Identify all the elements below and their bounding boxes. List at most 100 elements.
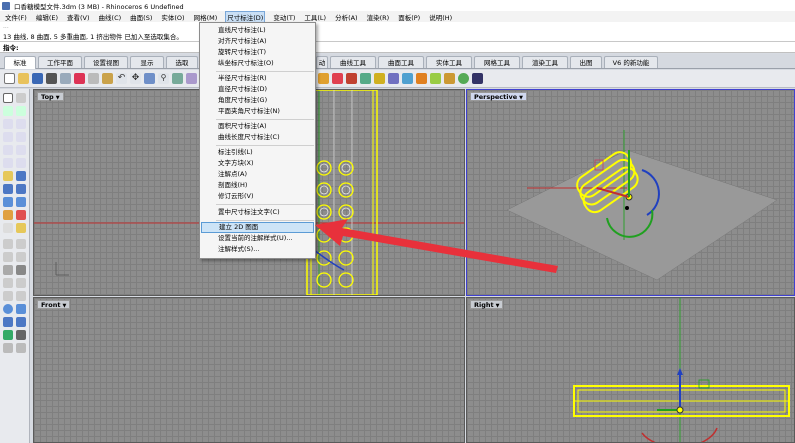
split-icon[interactable] [3, 252, 13, 262]
tab-standard[interactable]: 标准 [4, 56, 36, 69]
tab-curve-tools[interactable]: 曲线工具 [330, 56, 376, 68]
menu-view[interactable]: 查看(V) [66, 12, 91, 22]
analyze-icon[interactable] [3, 304, 13, 314]
options-icon[interactable] [402, 73, 413, 84]
tab-set-view[interactable]: 设置视图 [84, 56, 128, 68]
menu-mesh[interactable]: 网格(M) [193, 12, 219, 22]
tab-display[interactable]: 显示 [130, 56, 164, 68]
menu-set-current-annotation-style[interactable]: 设置当前的注解样式(U)... [201, 233, 314, 244]
save-icon[interactable] [32, 73, 43, 84]
mesh-icon[interactable] [3, 210, 13, 220]
menu-tools[interactable]: 工具(L) [303, 12, 327, 22]
menu-dimension[interactable]: 尺寸标注(D) [225, 10, 266, 23]
arc-icon[interactable] [16, 119, 26, 129]
menu-aligned-dimension[interactable]: 对齐尺寸标注(A) [201, 36, 314, 47]
tab-surface-tools[interactable]: 曲面工具 [378, 56, 424, 68]
tab-render-tools[interactable]: 渲染工具 [522, 56, 568, 68]
tab-solid-tools[interactable]: 实体工具 [426, 56, 472, 68]
menu-curve-length-dimension[interactable]: 曲线长度尺寸标注(C) [201, 132, 314, 143]
light-icon[interactable] [374, 73, 385, 84]
grid-snap-icon[interactable] [16, 304, 26, 314]
menu-center-dimension-text[interactable]: 置中尺寸标注文字(C) [201, 207, 314, 218]
import-icon[interactable] [60, 73, 71, 84]
boolean-icon[interactable] [16, 197, 26, 207]
print-icon[interactable] [46, 73, 57, 84]
polyline-icon[interactable] [3, 106, 13, 116]
menu-transform[interactable]: 变动(T) [272, 12, 296, 22]
menu-rotated-dimension[interactable]: 旋转尺寸标注(T) [201, 47, 314, 58]
render-icon[interactable] [346, 73, 357, 84]
zoom-window-icon[interactable] [172, 73, 183, 84]
curve-icon[interactable] [16, 106, 26, 116]
help-icon[interactable] [472, 73, 483, 84]
array-icon[interactable] [3, 317, 13, 327]
viewport-top-label[interactable]: Top ▼ [37, 92, 64, 101]
mesh-tools-icon[interactable] [16, 210, 26, 220]
menu-surface[interactable]: 曲面(S) [129, 12, 153, 22]
copy-tool-icon[interactable] [16, 278, 26, 288]
check-icon[interactable] [3, 330, 13, 340]
menu-plane-angle-dimension[interactable]: 平面夹角尺寸标注(N) [201, 106, 314, 117]
rectangle-icon[interactable] [3, 145, 13, 155]
menu-make-2d-drawing[interactable]: 建立 2D 图面 [201, 222, 314, 233]
pan-icon[interactable]: ✥ [130, 73, 141, 84]
menu-linear-dimension[interactable]: 直线尺寸标注(L) [201, 25, 314, 36]
ellipse-icon[interactable] [3, 132, 13, 142]
select-icon[interactable] [3, 93, 13, 103]
undo-icon[interactable]: ↶ [116, 73, 127, 84]
command-line[interactable]: 指令: [0, 42, 795, 53]
tab-select[interactable]: 选取 [166, 56, 198, 68]
viewport-perspective[interactable]: Perspective ▼ [466, 89, 795, 296]
material-icon[interactable] [360, 73, 371, 84]
menu-area-dimension[interactable]: 面积尺寸标注(A) [201, 121, 314, 132]
menu-file[interactable]: 文件(F) [4, 12, 28, 22]
viewport-right[interactable]: Right ▼ [466, 297, 795, 443]
menu-analyze[interactable]: 分析(A) [334, 12, 359, 22]
group-icon[interactable] [3, 343, 13, 353]
grasshopper-icon[interactable] [458, 73, 469, 84]
cylinder-icon[interactable] [3, 197, 13, 207]
block-icon[interactable] [16, 343, 26, 353]
viewport-front[interactable]: Front ▼ [33, 297, 465, 443]
tab-transform[interactable]: 动 [316, 56, 328, 68]
cut-icon[interactable] [74, 73, 85, 84]
menu-angle-dimension[interactable]: 角度尺寸标注(G) [201, 95, 314, 106]
menu-revision-cloud[interactable]: 修订云形(V) [201, 191, 314, 202]
menu-diameter-dimension[interactable]: 直径尺寸标注(D) [201, 84, 314, 95]
menu-curve[interactable]: 曲线(C) [98, 12, 123, 22]
tab-mesh-tools[interactable]: 网格工具 [474, 56, 520, 68]
menu-help[interactable]: 说明(H) [428, 12, 453, 22]
polygon-icon[interactable] [16, 132, 26, 142]
freeform-icon[interactable] [16, 145, 26, 155]
move-icon[interactable] [3, 278, 13, 288]
leader-icon[interactable] [16, 265, 26, 275]
tab-v6-new[interactable]: V6 的新功能 [604, 56, 658, 68]
render-mesh-icon[interactable] [16, 223, 26, 233]
properties-icon[interactable] [388, 73, 399, 84]
join-icon[interactable] [16, 252, 26, 262]
point-icon[interactable] [16, 93, 26, 103]
sphere-icon[interactable] [16, 184, 26, 194]
circle-icon[interactable] [3, 119, 13, 129]
menu-solid[interactable]: 实体(O) [160, 12, 185, 22]
fillet-curve-icon[interactable] [3, 158, 13, 168]
menu-annotation-styles[interactable]: 注解样式(S)... [201, 244, 314, 255]
zoom-icon[interactable]: ⚲ [158, 73, 169, 84]
menu-edit[interactable]: 编辑(E) [35, 12, 59, 22]
box-icon[interactable] [3, 184, 13, 194]
tab-drafting[interactable]: 出图 [570, 56, 602, 68]
light-source-icon[interactable] [3, 223, 13, 233]
trim-icon[interactable] [16, 239, 26, 249]
menu-annotation-dot[interactable]: 注解点(A) [201, 169, 314, 180]
dimension-icon[interactable] [3, 239, 13, 249]
offset-curve-icon[interactable] [16, 158, 26, 168]
zoom-extents-icon[interactable] [186, 73, 197, 84]
menu-render[interactable]: 渲染(R) [366, 12, 391, 22]
rotate-view-icon[interactable] [144, 73, 155, 84]
surface-icon[interactable] [3, 171, 13, 181]
new-file-icon[interactable] [4, 73, 15, 84]
tab-cplanes[interactable]: 工作平面 [38, 56, 82, 68]
match-properties-icon[interactable] [416, 73, 427, 84]
rotate-icon[interactable] [3, 291, 13, 301]
viewport-perspective-label[interactable]: Perspective ▼ [470, 92, 528, 101]
